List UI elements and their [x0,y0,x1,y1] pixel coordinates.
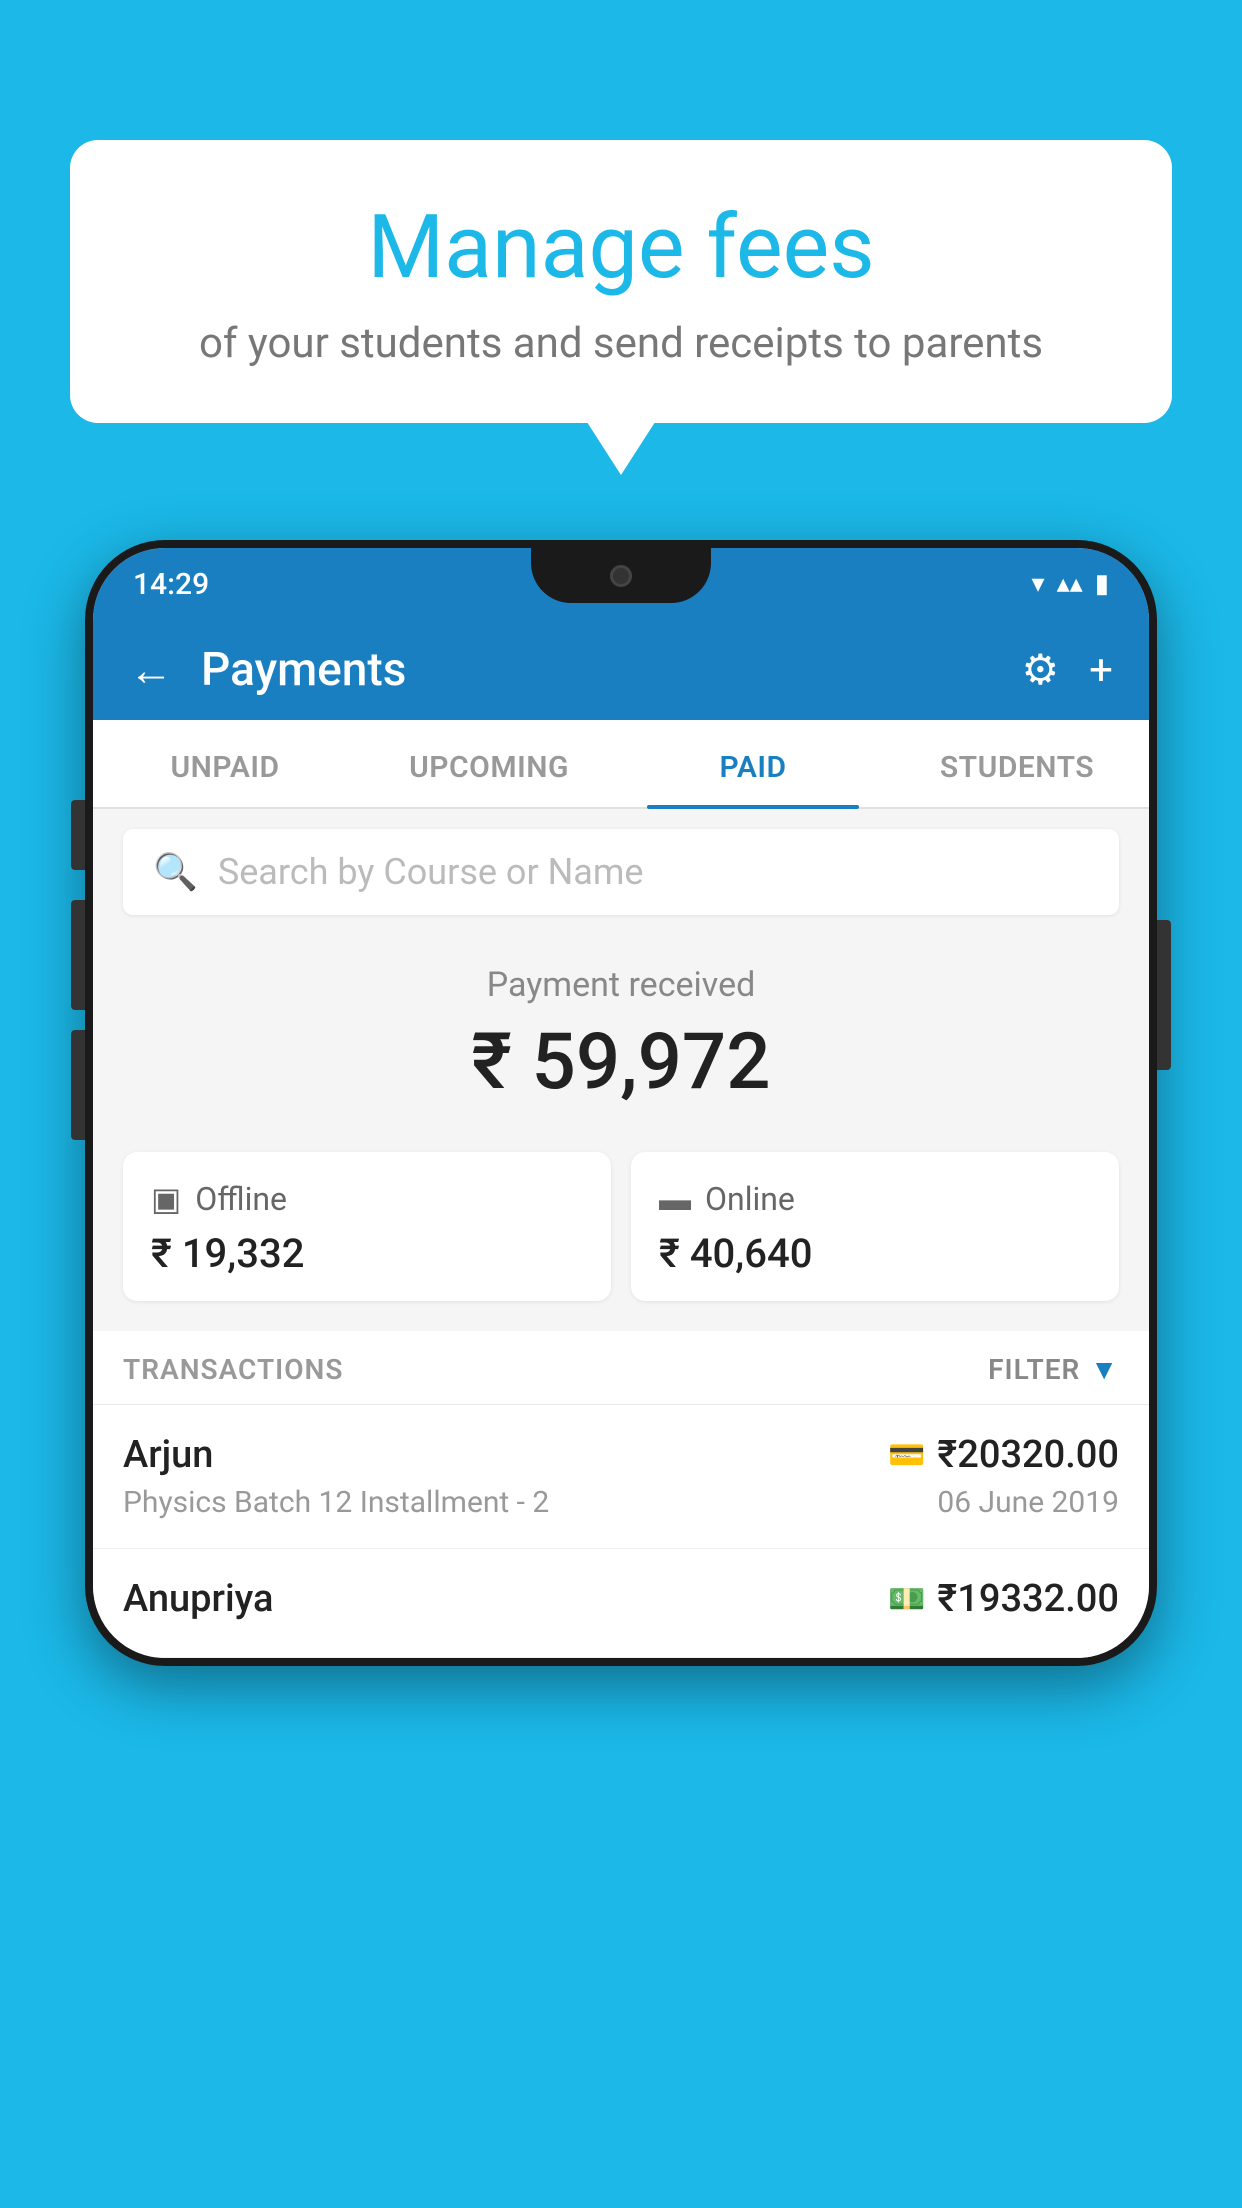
speech-bubble: Manage fees of your students and send re… [70,140,1172,423]
phone-outer: 14:29 ▾ ▴▴ ▮ ← Payments ⚙ + [85,540,1157,1666]
tab-unpaid[interactable]: UNPAID [93,720,357,807]
tab-paid[interactable]: PAID [621,720,885,807]
offline-amount: ₹ 19,332 [151,1230,583,1277]
filter-button[interactable]: FILTER ▼ [988,1353,1119,1386]
settings-icon[interactable]: ⚙ [1022,645,1060,695]
search-input[interactable]: Search by Course or Name [218,851,644,893]
back-button[interactable]: ← [129,644,173,696]
bubble-title: Manage fees [120,200,1122,297]
transaction-amount: ₹19332.00 [937,1577,1119,1621]
transaction-row[interactable]: Anupriya 💵 ₹19332.00 [93,1549,1149,1658]
signal-icon: ▴▴ [1057,569,1083,599]
speech-bubble-container: Manage fees of your students and send re… [70,140,1172,423]
status-icons: ▾ ▴▴ ▮ [1032,569,1109,599]
online-card-header: ▬ Online [659,1180,1091,1218]
transactions-header: TRANSACTIONS FILTER ▼ [93,1331,1149,1405]
side-button-volume-down [71,1030,85,1140]
transaction-name: Anupriya [123,1577,273,1621]
phone-screen: 14:29 ▾ ▴▴ ▮ ← Payments ⚙ + [93,548,1149,1658]
transaction-top: Anupriya 💵 ₹19332.00 [123,1577,1119,1621]
transaction-date: 06 June 2019 [937,1485,1119,1520]
search-container: 🔍 Search by Course or Name [93,809,1149,935]
filter-label: FILTER [988,1353,1080,1386]
status-bar: 14:29 ▾ ▴▴ ▮ [93,548,1149,620]
transaction-amount-wrap: 💵 ₹19332.00 [888,1577,1119,1621]
payment-cards: ▣ Offline ₹ 19,332 ▬ Online ₹ 40,640 [93,1152,1149,1331]
offline-card: ▣ Offline ₹ 19,332 [123,1152,611,1301]
transaction-amount-wrap: 💳 ₹20320.00 [888,1433,1119,1477]
battery-icon: ▮ [1095,569,1109,599]
payment-method-icon: 💵 [888,1582,925,1617]
transaction-name: Arjun [123,1433,213,1477]
app-header: ← Payments ⚙ + [93,620,1149,720]
transaction-bottom: Physics Batch 12 Installment - 2 06 June… [123,1485,1119,1520]
bubble-subtitle: of your students and send receipts to pa… [120,319,1122,368]
status-time: 14:29 [133,567,209,602]
online-label: Online [705,1180,795,1218]
front-camera [610,565,632,587]
add-icon[interactable]: + [1089,646,1113,695]
offline-label: Offline [195,1180,287,1218]
online-card: ▬ Online ₹ 40,640 [631,1152,1119,1301]
payment-summary: Payment received ₹ 59,972 [93,935,1149,1152]
tab-upcoming[interactable]: UPCOMING [357,720,621,807]
transaction-course: Physics Batch 12 Installment - 2 [123,1485,549,1520]
transaction-top: Arjun 💳 ₹20320.00 [123,1433,1119,1477]
side-button-volume-indicator [71,800,85,870]
search-box[interactable]: 🔍 Search by Course or Name [123,829,1119,915]
phone-container: 14:29 ▾ ▴▴ ▮ ← Payments ⚙ + [85,540,1157,2208]
offline-payment-icon: ▣ [151,1180,181,1218]
online-amount: ₹ 40,640 [659,1230,1091,1277]
tabs-bar: UNPAID UPCOMING PAID STUDENTS [93,720,1149,809]
payment-total-amount: ₹ 59,972 [123,1017,1119,1108]
header-icons: ⚙ + [1022,645,1114,695]
transaction-row[interactable]: Arjun 💳 ₹20320.00 Physics Batch 12 Insta… [93,1405,1149,1549]
phone-notch [531,548,711,603]
payment-received-label: Payment received [123,965,1119,1005]
online-payment-icon: ▬ [659,1180,691,1218]
side-button-volume-up [71,900,85,1010]
payment-method-icon: 💳 [888,1438,925,1473]
side-button-power [1157,920,1171,1070]
wifi-icon: ▾ [1032,569,1045,599]
tab-students[interactable]: STUDENTS [885,720,1149,807]
transactions-label: TRANSACTIONS [123,1353,343,1386]
search-icon: 🔍 [153,851,198,893]
filter-icon: ▼ [1090,1353,1119,1386]
header-title: Payments [201,643,1022,697]
offline-card-header: ▣ Offline [151,1180,583,1218]
transaction-amount: ₹20320.00 [937,1433,1119,1477]
